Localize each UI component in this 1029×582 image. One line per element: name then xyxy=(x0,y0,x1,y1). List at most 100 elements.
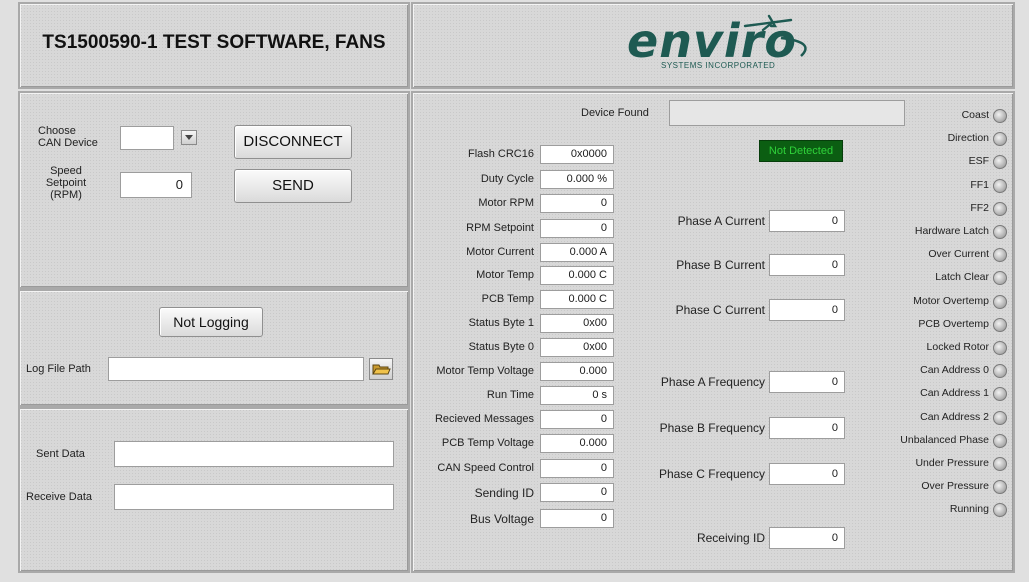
indicator-label: PCB Overtemp xyxy=(918,317,989,330)
reading-label: CAN Speed Control xyxy=(437,462,534,474)
led-icon xyxy=(993,457,1007,471)
reading-value: 0 xyxy=(540,194,614,213)
indicator-label: Over Pressure xyxy=(921,480,989,493)
reading-label: Motor Current xyxy=(466,246,534,258)
indicator-label: FF2 xyxy=(970,201,989,214)
disconnect-button[interactable]: DISCONNECT xyxy=(234,125,352,159)
speed-setpoint-input[interactable]: 0 xyxy=(120,172,192,198)
logo-subtext: SYSTEMS INCORPORATED xyxy=(661,61,776,70)
indicator-label: Direction xyxy=(947,132,989,145)
phase-value: 0 xyxy=(769,254,845,276)
led-icon xyxy=(993,364,1007,379)
indicator-label: Coast xyxy=(961,109,989,121)
led-icon xyxy=(993,341,1007,355)
data-io-panel: Sent Data Receive Data xyxy=(18,407,410,573)
indicator-label: Running xyxy=(949,503,989,516)
reading-value: 0 xyxy=(540,219,614,238)
reading-value: 0.000 % xyxy=(540,170,614,189)
indicator-label: Unbalanced Phase xyxy=(900,433,989,446)
device-found-label: Device Found xyxy=(581,107,649,119)
led-icon xyxy=(993,317,1007,332)
phase-label: Phase A Current xyxy=(677,214,765,228)
connection-panel: Choose CAN Device DISCONNECT Speed Setpo… xyxy=(18,91,410,289)
led-icon xyxy=(993,178,1007,193)
indicator-label: Can Address 2 xyxy=(920,410,989,423)
reading-label: Status Byte 1 xyxy=(468,317,534,329)
title-panel: TS1500590-1 TEST SOFTWARE, FANS xyxy=(18,2,410,89)
led-icon xyxy=(993,155,1007,170)
reading-label: Run Time xyxy=(486,389,534,401)
reading-value: 0 xyxy=(540,410,614,429)
speed-setpoint-label: Speed Setpoint (RPM) xyxy=(45,165,87,201)
reading-value: 0 xyxy=(540,483,614,502)
reading-value: 0.000 xyxy=(540,434,614,453)
indicator-label: Can Address 0 xyxy=(920,364,989,377)
led-icon xyxy=(993,387,1007,402)
reading-value: 0.000 C xyxy=(540,290,614,309)
can-device-select[interactable] xyxy=(120,126,174,150)
reading-value: 0x00 xyxy=(540,338,614,357)
reading-label: Flash CRC16 xyxy=(467,148,534,160)
reading-value: 0 xyxy=(540,509,614,528)
app-title: TS1500590-1 TEST SOFTWARE, FANS xyxy=(42,32,386,53)
phase-value: 0 xyxy=(769,210,845,232)
phase-value: 0 xyxy=(769,299,845,321)
phase-label: Phase B Current xyxy=(676,258,765,272)
sent-data-field[interactable] xyxy=(114,441,394,467)
led-icon xyxy=(993,132,1007,147)
reading-label: Bus Voltage xyxy=(469,512,534,526)
detect-status-indicator: Not Detected xyxy=(759,140,843,162)
phase-label: Phase C Current xyxy=(675,303,765,317)
can-device-dropdown-button[interactable] xyxy=(181,130,197,145)
indicator-label: Over Current xyxy=(928,248,989,261)
reading-value: 0x00 xyxy=(540,314,614,333)
led-icon xyxy=(993,503,1007,518)
indicator-label: Locked Rotor xyxy=(926,341,989,353)
can-device-label: Choose CAN Device xyxy=(38,125,98,149)
logging-panel: Not Logging Log File Path xyxy=(18,289,410,407)
reading-value: 0 xyxy=(540,459,614,478)
reading-label: Motor Temp xyxy=(476,269,534,281)
led-icon xyxy=(993,271,1007,286)
browse-folder-button[interactable] xyxy=(369,358,393,380)
log-file-path-input[interactable] xyxy=(108,357,364,381)
phase-value: 0 xyxy=(769,463,845,485)
logo-swoosh-icon xyxy=(780,36,807,57)
log-file-path-label: Log File Path xyxy=(26,363,91,375)
led-icon xyxy=(993,410,1007,425)
indicator-label: FF1 xyxy=(970,178,989,191)
reading-label: RPM Setpoint xyxy=(466,222,534,234)
reading-label: Status Byte 0 xyxy=(468,341,534,353)
reading-value: 0.000 C xyxy=(540,266,614,285)
reading-label: Recieved Messages xyxy=(434,413,534,425)
led-icon xyxy=(993,433,1007,448)
folder-icon xyxy=(372,364,391,375)
phase-value: 0 xyxy=(769,527,845,549)
reading-value: 0.000 xyxy=(540,362,614,381)
indicator-label: Motor Overtemp xyxy=(913,294,989,307)
reading-label: PCB Temp xyxy=(481,293,534,305)
led-icon xyxy=(993,201,1007,216)
reading-value: 0x0000 xyxy=(540,145,614,164)
chevron-down-icon xyxy=(185,135,193,140)
receive-data-label: Receive Data xyxy=(26,491,93,503)
reading-value: 0.000 A xyxy=(540,243,614,262)
phase-value: 0 xyxy=(769,417,845,439)
send-button[interactable]: SEND xyxy=(234,169,352,203)
indicator-label: ESF xyxy=(968,155,989,168)
led-icon xyxy=(993,248,1007,263)
reading-label: Motor Temp Voltage xyxy=(436,365,534,377)
reading-label: Duty Cycle xyxy=(480,173,534,185)
indicator-label: Latch Clear xyxy=(935,271,989,284)
reading-value: 0 s xyxy=(540,386,614,405)
indicator-label: Under Pressure xyxy=(915,457,989,469)
logging-toggle-button[interactable]: Not Logging xyxy=(159,307,263,337)
sent-data-label: Sent Data xyxy=(36,448,85,460)
reading-label: Sending ID xyxy=(474,486,534,500)
phase-label: Receiving ID xyxy=(696,531,765,545)
indicator-label: Hardware Latch xyxy=(914,225,989,237)
led-icon xyxy=(993,294,1007,309)
indicator-label: Can Address 1 xyxy=(920,387,989,400)
status-panel: Device Found Not Detected Flash CRC16 0x0… xyxy=(411,91,1015,573)
receive-data-field[interactable] xyxy=(114,484,394,510)
